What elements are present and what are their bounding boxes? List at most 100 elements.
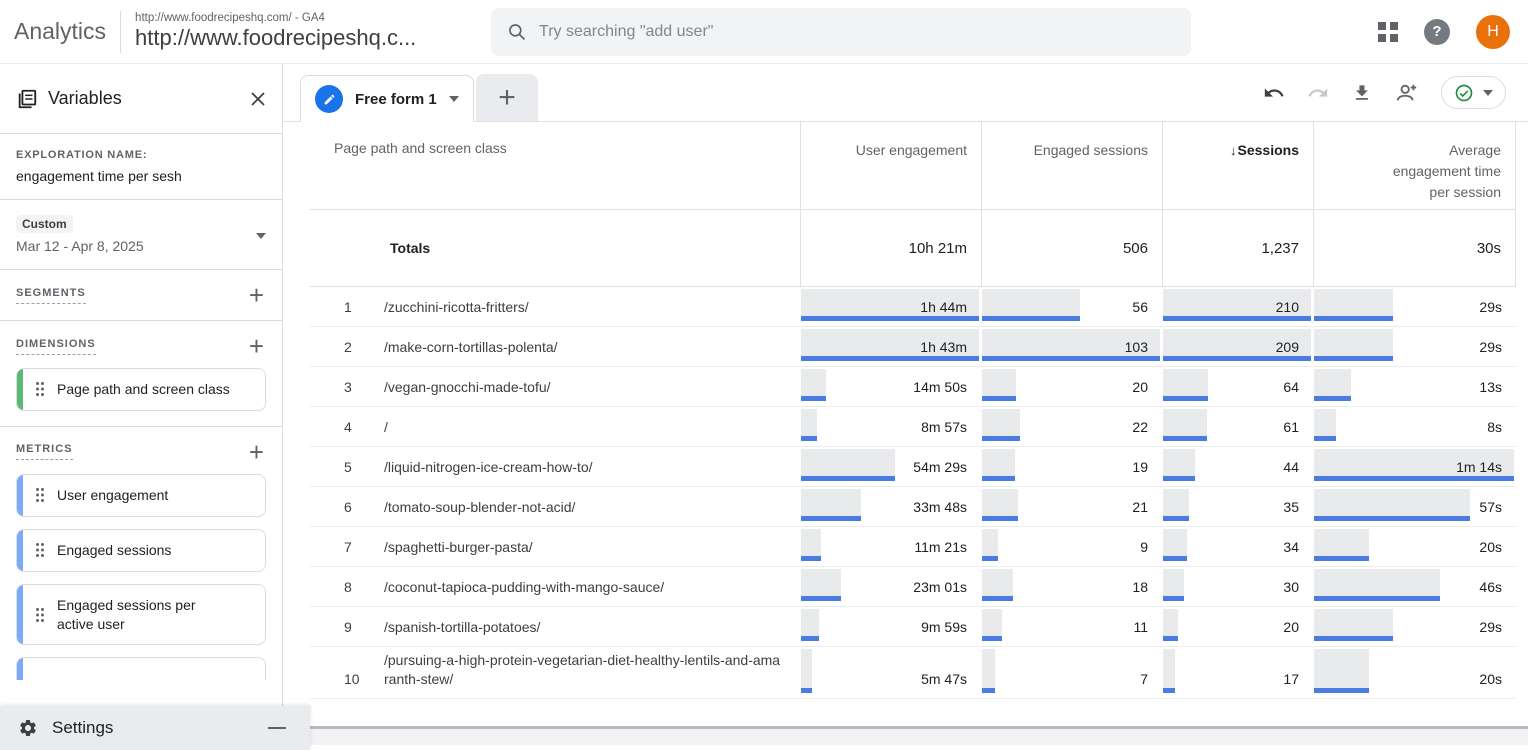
- table-row[interactable]: 9 /spanish-tortilla-potatoes/ 9m 59s 11 …: [310, 607, 1516, 647]
- exploration-name-section: EXPLORATION NAME: engagement time per se…: [0, 134, 282, 200]
- metric-value: 7: [1140, 671, 1148, 687]
- row-path: /zucchini-ricotta-fritters/: [384, 298, 784, 317]
- metric-cell: 5m 47s: [800, 647, 981, 698]
- metric-value: 34: [1283, 539, 1299, 555]
- help-icon[interactable]: ?: [1424, 19, 1450, 45]
- row-rank: 6: [344, 498, 384, 517]
- saved-status-button[interactable]: [1441, 76, 1506, 109]
- date-range-selector[interactable]: Custom Mar 12 - Apr 8, 2025: [0, 200, 282, 270]
- metric-value: 13s: [1479, 379, 1502, 395]
- metric-bar: [1163, 609, 1178, 636]
- column-header-page-path[interactable]: Page path and screen class: [310, 122, 800, 209]
- table-row[interactable]: 8 /coconut-tapioca-pudding-with-mango-sa…: [310, 567, 1516, 607]
- column-header-engaged-sessions[interactable]: Engaged sessions: [981, 122, 1162, 209]
- metric-cell: 21: [981, 487, 1162, 526]
- exploration-name-label: EXPLORATION NAME:: [16, 149, 266, 161]
- metric-chip-label: Engaged sessions: [57, 541, 171, 560]
- drag-handle-icon[interactable]: [35, 487, 45, 503]
- close-icon[interactable]: [250, 91, 266, 107]
- metric-cell: 11: [981, 607, 1162, 646]
- global-search[interactable]: [491, 8, 1191, 56]
- dimension-chip[interactable]: Page path and screen class: [16, 368, 266, 411]
- table-row[interactable]: 5 /liquid-nitrogen-ice-cream-how-to/ 54m…: [310, 447, 1516, 487]
- table-row[interactable]: 3 /vegan-gnocchi-made-tofu/ 14m 50s 20 6…: [310, 367, 1516, 407]
- drag-handle-icon[interactable]: [35, 381, 45, 397]
- free-form-table: Page path and screen class User engageme…: [310, 122, 1516, 699]
- variables-title: Variables: [48, 88, 250, 109]
- metric-value: 22: [1132, 419, 1148, 435]
- dimensions-label: DIMENSIONS: [16, 338, 96, 355]
- table-row[interactable]: 10 /pursuing-a-high-protein-vegetarian-d…: [310, 647, 1516, 699]
- metric-cell: 35: [1162, 487, 1313, 526]
- column-header-user-engagement[interactable]: User engagement: [800, 122, 981, 209]
- download-icon[interactable]: [1351, 82, 1373, 104]
- totals-row: Totals 10h 21m 506 1,237 30s: [310, 210, 1516, 287]
- metric-chip[interactable]: Engaged sessions: [16, 529, 266, 572]
- metric-bar: [982, 289, 1080, 316]
- metric-chip[interactable]: User engagement: [16, 474, 266, 517]
- undo-icon[interactable]: [1263, 82, 1285, 104]
- exploration-name-value[interactable]: engagement time per sesh: [16, 168, 266, 184]
- metric-chip-partial[interactable]: [16, 657, 266, 680]
- metric-cell: 20: [1162, 607, 1313, 646]
- variables-panel: Variables EXPLORATION NAME: engagement t…: [0, 64, 283, 750]
- metrics-label: METRICS: [16, 443, 73, 460]
- variables-icon: [16, 88, 38, 110]
- metric-cell: 17: [1162, 647, 1313, 698]
- metric-value: 44: [1283, 459, 1299, 475]
- metric-cell: 54m 29s: [800, 447, 981, 486]
- metric-value: 20: [1283, 619, 1299, 635]
- apps-grid-icon[interactable]: [1378, 22, 1398, 42]
- row-rank: 4: [344, 418, 384, 437]
- property-selector[interactable]: http://www.foodrecipeshq.com/ - GA4 http…: [135, 12, 465, 51]
- minimize-icon[interactable]: [268, 727, 286, 729]
- metric-value: 18: [1132, 579, 1148, 595]
- table-row[interactable]: 2 /make-corn-tortillas-polenta/ 1h 43m 1…: [310, 327, 1516, 367]
- add-metric-button[interactable]: +: [247, 442, 266, 462]
- metric-value: 11m 21s: [914, 539, 967, 555]
- metric-value: 21: [1132, 499, 1148, 515]
- segments-section: SEGMENTS +: [0, 270, 282, 321]
- metric-bar: [801, 529, 821, 556]
- totals-avg-engagement-time: 30s: [1313, 210, 1516, 286]
- table-row[interactable]: 4 / 8m 57s 22 61 8s: [310, 407, 1516, 447]
- tab-strip: Free form 1 +: [283, 64, 1528, 122]
- table-row[interactable]: 7 /spaghetti-burger-pasta/ 11m 21s 9 34 …: [310, 527, 1516, 567]
- column-header-avg-engagement-time[interactable]: Average engagement time per session: [1313, 122, 1516, 209]
- avatar[interactable]: H: [1476, 15, 1510, 49]
- redo-icon[interactable]: [1307, 82, 1329, 104]
- share-add-user-icon[interactable]: [1395, 82, 1419, 104]
- metric-bar: [1314, 569, 1440, 596]
- totals-engaged-sessions: 506: [981, 210, 1162, 286]
- settings-button[interactable]: Settings: [0, 706, 310, 750]
- row-path: /coconut-tapioca-pudding-with-mango-sauc…: [384, 578, 784, 597]
- totals-user-engagement: 10h 21m: [800, 210, 981, 286]
- metric-cell: 30: [1162, 567, 1313, 606]
- metric-chip[interactable]: Engaged sessions per active user: [16, 584, 266, 646]
- search-input[interactable]: [539, 23, 1175, 41]
- metric-cell: 8m 57s: [800, 407, 981, 446]
- add-tab-button[interactable]: +: [476, 74, 538, 121]
- metric-cell: 29s: [1313, 607, 1516, 646]
- table-row[interactable]: 1 /zucchini-ricotta-fritters/ 1h 44m 56 …: [310, 287, 1516, 327]
- add-segment-button[interactable]: +: [247, 285, 266, 305]
- tab-label: Free form 1: [355, 91, 437, 108]
- add-dimension-button[interactable]: +: [247, 336, 266, 356]
- dimensions-section: DIMENSIONS + Page path and screen class: [0, 321, 282, 427]
- metric-chip-label: User engagement: [57, 486, 168, 505]
- drag-handle-icon[interactable]: [35, 542, 45, 558]
- tab-caret-icon[interactable]: [449, 96, 459, 102]
- metric-bar: [1314, 409, 1336, 436]
- metric-value: 5m 47s: [921, 671, 967, 687]
- metric-bar: [1163, 649, 1175, 688]
- metric-bar: [982, 529, 998, 556]
- metric-value: 54m 29s: [913, 459, 967, 475]
- search-icon: [507, 22, 527, 42]
- drag-handle-icon[interactable]: [35, 607, 45, 623]
- metric-value: 64: [1283, 379, 1299, 395]
- tab-free-form-1[interactable]: Free form 1: [300, 75, 474, 122]
- metric-bar: [1314, 489, 1470, 516]
- metric-cell: 29s: [1313, 327, 1516, 366]
- table-row[interactable]: 6 /tomato-soup-blender-not-acid/ 33m 48s…: [310, 487, 1516, 527]
- column-header-sessions[interactable]: ↓Sessions: [1162, 122, 1313, 209]
